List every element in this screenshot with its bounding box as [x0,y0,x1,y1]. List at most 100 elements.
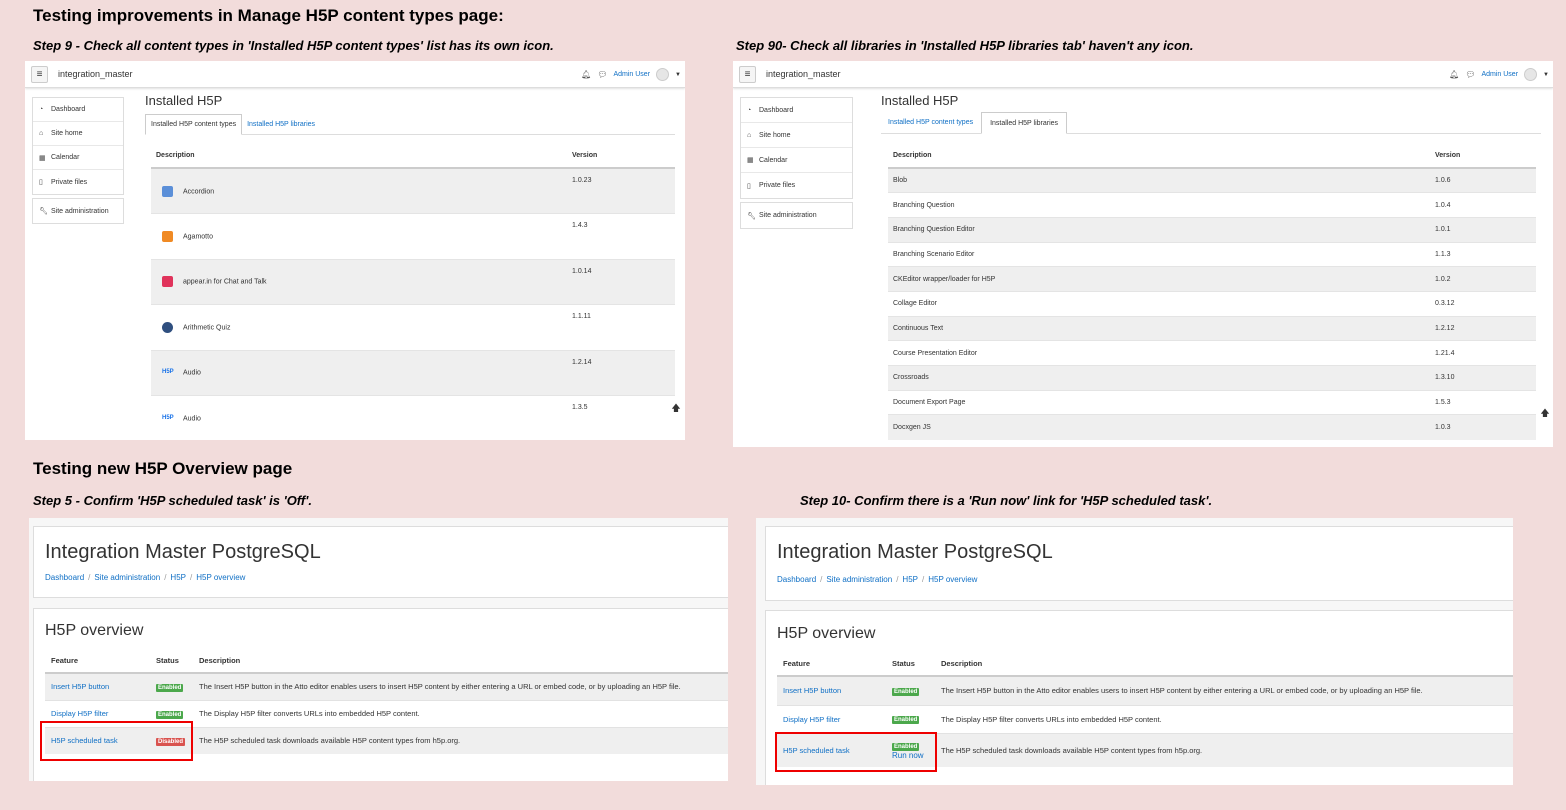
site-name[interactable]: integration_master [58,69,133,79]
sidebar-item-site-admin[interactable]: 🔧︎ Site administration [33,199,123,223]
status-cell: Enabled [886,704,935,733]
breadcrumb-dashboard[interactable]: Dashboard [45,573,84,582]
admin-drawer: 🔧︎ Site administration [740,202,853,229]
message-icon[interactable]: 💬︎ [597,70,607,79]
table-row: CKEditor wrapper/loader for H5P 1.0.2 [888,266,1536,292]
status-cell: Enabled [150,672,193,700]
back-to-top-icon[interactable]: 🡅 [670,401,682,417]
content-types-screenshot: ≡ integration_master 🔔︎ 💬︎ Admin User ▼ … [25,61,685,440]
sidebar-item-site-admin[interactable]: 🔧︎ Site administration [741,203,852,228]
chevron-down-icon[interactable]: ▼ [675,72,681,78]
sidebar-item-dashboard[interactable]: ◔ Dashboard [33,98,123,122]
col-version: Version [567,144,675,169]
breadcrumb-h5p[interactable]: H5P [902,575,918,584]
tab-libraries[interactable]: Installed H5P libraries [981,112,1068,134]
breadcrumb-site-admin[interactable]: Site administration [826,575,892,584]
sidebar-item-site-home[interactable]: ⌂ Site home [33,122,123,146]
sidebar-item-private-files[interactable]: ▯ Private files [33,170,123,194]
menu-toggle-icon[interactable]: ≡ [739,65,756,83]
calendar-icon: ▦ [747,157,754,164]
library-version: 1.5.3 [1430,389,1536,415]
nav-drawer: ◔ Dashboard ⌂ Site home ▦ Calendar ▯ Private… [32,97,124,195]
breadcrumb-dashboard[interactable]: Dashboard [777,575,816,584]
col-description: Description [888,144,1430,169]
col-feature: Feature [45,649,150,674]
col-description: Description [935,652,1513,677]
accordion-icon [162,185,173,197]
tab-bar: Installed H5P content types Installed H5… [145,114,675,135]
col-description: Description [151,144,567,169]
user-name[interactable]: Admin User [1481,71,1518,78]
message-icon[interactable]: 💬︎ [1465,70,1475,79]
sidebar-item-dashboard[interactable]: ◔ Dashboard [741,98,852,123]
table-row: Document Export Page 1.5.3 [888,389,1536,415]
feature-link[interactable]: Insert H5P button [777,675,886,705]
libraries-screenshot: ≡ integration_master 🔔︎ 💬︎ Admin User ▼ … [733,61,1553,447]
page-header: Integration Master PostgreSQL Dashboard /… [765,526,1513,601]
bell-icon[interactable]: 🔔︎ [1449,70,1459,79]
menu-toggle-icon[interactable]: ≡ [31,65,48,83]
col-status: Status [150,649,193,674]
feature-link[interactable]: Insert H5P button [45,672,150,700]
overview-run-now-screenshot: Integration Master PostgreSQL Dashboard /… [756,518,1513,785]
description-cell: The Display H5P filter converts URLs int… [935,704,1513,733]
home-icon: ⌂ [39,130,44,137]
table-row: appear.in for Chat and Talk 1.0.14 [151,258,675,305]
breadcrumb-h5p-overview[interactable]: H5P overview [928,575,977,584]
bell-icon[interactable]: 🔔︎ [581,70,591,79]
content-type-name: Arithmetic Quiz [183,324,231,332]
sidebar-item-private-files[interactable]: ▯ Private files [741,173,852,198]
overview-heading: H5P overview [45,622,144,639]
description-cell: The Insert H5P button in the Atto editor… [935,675,1513,705]
wrench-icon: 🔧︎ [39,208,48,215]
library-version: 1.0.1 [1430,216,1536,243]
back-to-top-icon[interactable]: 🡅 [1539,406,1551,422]
description-cell: The H5P scheduled task downloads availab… [193,726,728,754]
col-description: Description [193,649,728,674]
table-row: Agamotto 1.4.3 [151,213,675,259]
chevron-down-icon[interactable]: ▼ [1543,72,1549,78]
user-name[interactable]: Admin User [613,71,650,78]
site-name[interactable]: integration_master [766,69,841,79]
version-cell: 1.4.3 [567,213,675,259]
tab-content-types[interactable]: Installed H5P content types [145,114,243,135]
avatar[interactable] [1524,68,1538,81]
table-row: Continuous Text 1.2.12 [888,315,1536,341]
table-row: Arithmetic Quiz 1.1.11 [151,304,675,350]
avatar[interactable] [656,68,670,81]
description-cell: Arithmetic Quiz [151,304,567,350]
content-type-name: Accordion [183,187,215,195]
tab-content-types[interactable]: Installed H5P content types [881,112,981,133]
file-icon: ▯ [747,182,751,190]
site-title: Integration Master PostgreSQL [777,541,1053,563]
sidebar-item-calendar[interactable]: ▦ Calendar [33,146,123,170]
description-cell: H5P Audio [151,395,567,440]
version-cell: 1.0.23 [567,167,675,214]
library-name: CKEditor wrapper/loader for H5P [888,266,1430,292]
tab-libraries[interactable]: Installed H5P libraries [242,114,320,134]
breadcrumb-site-admin[interactable]: Site administration [94,573,160,582]
page-title: Installed H5P [881,93,959,108]
version-cell: 1.1.11 [567,304,675,350]
admin-drawer: 🔧︎ Site administration [32,198,124,224]
status-badge: Enabled [892,687,920,696]
library-name: Branching Scenario Editor [888,241,1430,267]
breadcrumb-h5p[interactable]: H5P [170,573,186,582]
table-row: H5P Audio 1.3.5 [151,395,675,440]
description-cell: The Display H5P filter converts URLs int… [193,699,728,727]
sidebar-item-calendar[interactable]: ▦ Calendar [741,148,852,173]
library-version: 1.3.10 [1430,365,1536,391]
breadcrumb-h5p-overview[interactable]: H5P overview [196,573,245,582]
table-row: Branching Scenario Editor 1.1.3 [888,241,1536,267]
feature-link[interactable]: Display H5P filter [777,704,886,733]
col-feature: Feature [777,652,886,677]
library-version: 1.0.2 [1430,266,1536,292]
highlight-box [40,721,193,761]
sidebar-item-site-home[interactable]: ⌂ Site home [741,123,852,148]
col-version: Version [1430,144,1536,169]
arithmetic-quiz-icon [162,321,173,333]
table-row: H5P Audio 1.2.14 [151,349,675,396]
home-icon: ⌂ [747,131,752,139]
page-header: Integration Master PostgreSQL Dashboard /… [33,526,728,598]
top-navbar: ≡ integration_master 🔔︎ 💬︎ Admin User ▼ [25,61,685,88]
